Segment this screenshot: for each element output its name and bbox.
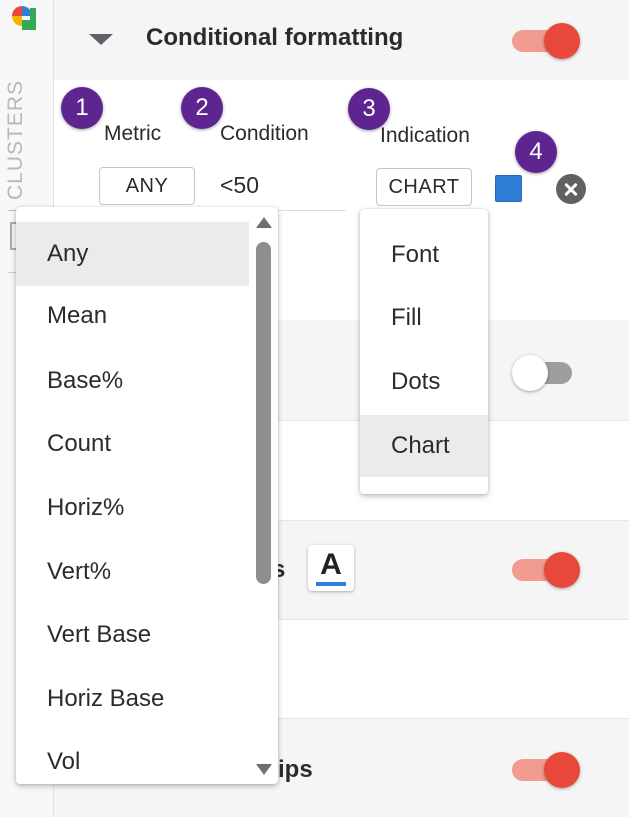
condition-input[interactable]: <50 [220,172,259,199]
step-marker-4: 4 [515,131,557,173]
indication-option-font[interactable]: Font [391,241,439,269]
setting-toggle-2[interactable] [512,549,580,589]
setting-toggle-1[interactable] [512,352,582,392]
setting-label-partial: ips [278,756,313,783]
metric-option-mean[interactable]: Mean [47,302,107,330]
metric-menu: Any Mean Base% Count Horiz% Vert% Vert B… [16,207,278,784]
step-marker-2: 2 [181,87,223,129]
scrollbar-thumb[interactable] [256,242,271,584]
metric-option-horiz-base[interactable]: Horiz Base [47,685,164,713]
collapse-caret-icon[interactable] [89,34,113,45]
condition-column-label: Condition [220,122,309,145]
metric-column-label: Metric [104,122,162,145]
indication-column-label: Indication [380,124,470,147]
font-letter-icon: A [320,548,342,581]
metric-option-count[interactable]: Count [47,430,111,458]
indication-option-dots[interactable]: Dots [391,368,440,396]
metric-option-any[interactable]: Any [16,222,249,286]
setting-toggle-3[interactable] [512,749,580,789]
clusters-tab[interactable]: CLUSTERS [4,80,27,200]
color-swatch[interactable] [495,175,522,202]
metric-option-horiz-pct[interactable]: Horiz% [47,494,124,522]
indication-option-chart[interactable]: Chart [360,415,488,477]
scroll-up-arrow-icon[interactable] [256,217,272,228]
metric-select[interactable]: ANY [99,167,195,205]
metric-option-vert-pct[interactable]: Vert% [47,558,111,586]
step-marker-1: 1 [61,87,103,129]
indication-menu: Font Fill Dots Chart [360,209,488,494]
metric-option-base-pct[interactable]: Base% [47,367,123,395]
indication-select[interactable]: CHART [376,168,472,206]
conditional-formatting-toggle[interactable] [512,20,580,60]
metric-option-vol[interactable]: Vol [47,748,80,776]
font-color-button[interactable]: A [308,545,354,591]
indication-option-fill[interactable]: Fill [391,304,422,332]
remove-rule-icon[interactable] [556,174,586,204]
font-color-bar [316,582,346,586]
section-title: Conditional formatting [146,24,404,51]
metric-option-vert-base[interactable]: Vert Base [47,621,151,649]
app-logo-icon[interactable] [10,4,38,30]
scroll-down-arrow-icon[interactable] [256,764,272,775]
